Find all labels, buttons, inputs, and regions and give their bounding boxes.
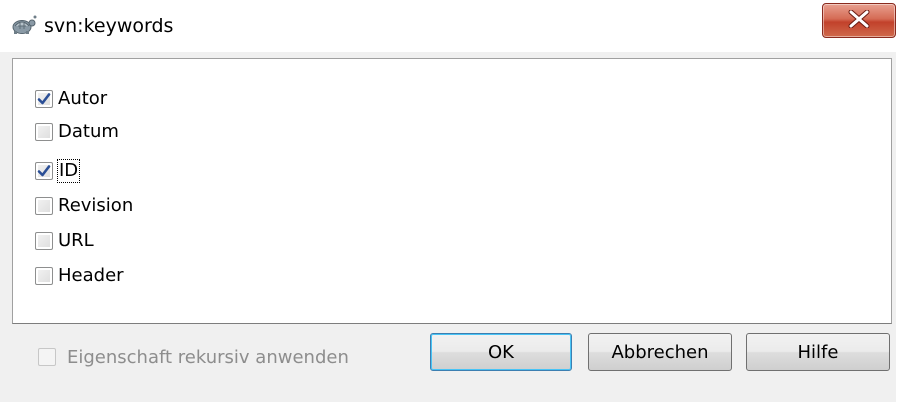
svn-keywords-dialog: svn:keywords Autor Datum ID Revision URL… bbox=[0, 0, 904, 402]
datum-checkbox[interactable] bbox=[35, 123, 53, 141]
header-label: Header bbox=[58, 265, 124, 286]
recursive-checkbox bbox=[38, 348, 56, 366]
ok-button[interactable]: OK bbox=[430, 333, 572, 371]
recursive-option: Eigenschaft rekursiv anwenden bbox=[38, 344, 349, 370]
header-checkbox[interactable] bbox=[35, 267, 53, 285]
keywords-panel: Autor Datum ID Revision URL Header bbox=[12, 58, 892, 324]
recursive-label: Eigenschaft rekursiv anwenden bbox=[67, 346, 349, 368]
keyword-option-id[interactable]: ID bbox=[35, 158, 81, 184]
url-checkbox[interactable] bbox=[35, 232, 53, 250]
check-mark-icon bbox=[37, 93, 51, 105]
cancel-button[interactable]: Abbrechen bbox=[588, 333, 732, 371]
keyword-option-revision[interactable]: Revision bbox=[35, 193, 133, 219]
id-label: ID bbox=[56, 159, 81, 183]
close-button[interactable] bbox=[822, 3, 896, 38]
keyword-option-header[interactable]: Header bbox=[35, 263, 124, 289]
keyword-option-datum[interactable]: Datum bbox=[35, 119, 119, 145]
url-label: URL bbox=[58, 230, 94, 251]
help-button[interactable]: Hilfe bbox=[746, 333, 890, 371]
id-checkbox[interactable] bbox=[35, 162, 53, 180]
window-edge bbox=[896, 52, 904, 402]
tortoisesvn-icon bbox=[10, 14, 38, 36]
autor-label: Autor bbox=[58, 88, 108, 109]
keyword-option-url[interactable]: URL bbox=[35, 228, 94, 254]
close-icon bbox=[848, 9, 870, 32]
keyword-option-autor[interactable]: Autor bbox=[35, 86, 107, 112]
datum-label: Datum bbox=[58, 121, 119, 142]
window-title: svn:keywords bbox=[44, 15, 174, 37]
title-bar[interactable]: svn:keywords bbox=[0, 0, 904, 52]
autor-checkbox[interactable] bbox=[35, 90, 53, 108]
check-mark-icon bbox=[37, 165, 51, 177]
revision-label: Revision bbox=[58, 195, 134, 216]
revision-checkbox[interactable] bbox=[35, 197, 53, 215]
